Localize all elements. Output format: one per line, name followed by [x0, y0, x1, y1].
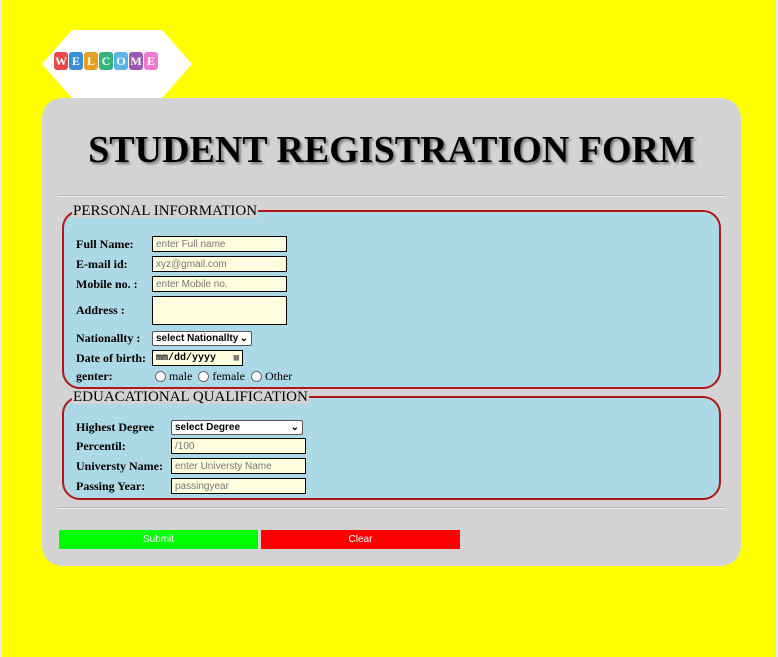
page-title: STUDENT REGISTRATION FORM	[88, 129, 695, 171]
percentile-input[interactable]	[171, 438, 306, 454]
calendar-icon[interactable]: ▦	[234, 353, 239, 363]
welcome-letter-tile: M	[129, 52, 143, 70]
university-label: Universty Name:	[76, 458, 163, 473]
welcome-letter-tile: L	[84, 52, 98, 70]
educational-qualification-legend: EDUACATIONAL QUALIFICATION	[72, 389, 309, 405]
fullname-label: Full Name:	[76, 236, 134, 251]
dob-date-input[interactable]: mm/dd/yyyy ▦	[152, 350, 243, 366]
passing-year-label: Passing Year:	[76, 478, 146, 493]
degree-select[interactable]: select Degree ⌄	[171, 420, 303, 435]
gender-male-label: male	[169, 369, 193, 383]
university-input[interactable]	[171, 458, 306, 474]
chevron-down-icon: ⌄	[239, 333, 248, 344]
gender-label: genter:	[76, 369, 113, 383]
welcome-letter-tile: W	[54, 52, 68, 70]
nationality-label: Nationallty :	[76, 331, 141, 345]
degree-label: Highest Degree	[76, 420, 155, 434]
nationality-select-value: select Nationallty	[156, 333, 239, 344]
welcome-letter-tile: E	[69, 52, 83, 70]
address-textarea[interactable]	[152, 296, 287, 325]
gender-row: genter: male female Other	[76, 369, 298, 384]
personal-information-fieldset: PERSONAL INFORMATION Full Name: E-mail i…	[62, 204, 721, 389]
registration-form-card: STUDENT REGISTRATION FORM PERSONAL INFOR…	[42, 98, 741, 566]
divider-bottom	[58, 507, 725, 509]
gender-female-label: female	[212, 369, 245, 383]
welcome-logo: WELCOME	[42, 30, 192, 98]
gender-male-radio[interactable]	[155, 371, 166, 382]
gender-other-radio[interactable]	[250, 371, 262, 382]
passing-year-row: Passing Year:	[76, 478, 306, 494]
nationality-row: Nationallty : select Nationallty ⌄	[76, 331, 252, 346]
email-row: E-mail id:	[76, 256, 287, 272]
dob-label: Date of birth:	[76, 350, 146, 365]
degree-row: Highest Degree select Degree ⌄	[76, 420, 303, 435]
percentile-row: Percentil:	[76, 438, 306, 454]
gender-other-label: Other	[264, 369, 293, 383]
personal-information-legend: PERSONAL INFORMATION	[72, 203, 259, 219]
divider-top	[58, 195, 725, 197]
clear-button[interactable]: Clear	[261, 530, 460, 549]
welcome-letter-tile: E	[144, 52, 158, 70]
chevron-down-icon: ⌄	[290, 422, 299, 433]
passing-year-input[interactable]	[171, 478, 306, 494]
welcome-letter-tile: C	[99, 52, 113, 70]
fullname-input[interactable]	[152, 236, 287, 252]
educational-qualification-fieldset: EDUACATIONAL QUALIFICATION Highest Degre…	[62, 390, 721, 500]
email-label: E-mail id:	[76, 256, 128, 271]
percentile-label: Percentil:	[76, 438, 126, 453]
university-row: Universty Name:	[76, 458, 306, 474]
gender-female-radio[interactable]	[198, 371, 210, 382]
dob-value: mm/dd/yyyy	[156, 352, 217, 364]
address-label: Address :	[76, 303, 125, 317]
mobile-row: Mobile no. :	[76, 276, 287, 292]
nationality-select[interactable]: select Nationallty ⌄	[152, 331, 252, 346]
mobile-label: Mobile no. :	[76, 276, 138, 291]
address-row: Address :	[76, 296, 287, 325]
welcome-letter-tile: O	[114, 52, 128, 70]
mobile-input[interactable]	[152, 276, 287, 292]
submit-button[interactable]: Submit	[59, 530, 258, 549]
degree-select-value: select Degree	[175, 422, 241, 433]
dob-row: Date of birth: mm/dd/yyyy ▦	[76, 350, 243, 366]
email-input[interactable]	[152, 256, 287, 272]
welcome-logo-letters: WELCOME	[54, 52, 158, 70]
fullname-row: Full Name:	[76, 236, 287, 252]
